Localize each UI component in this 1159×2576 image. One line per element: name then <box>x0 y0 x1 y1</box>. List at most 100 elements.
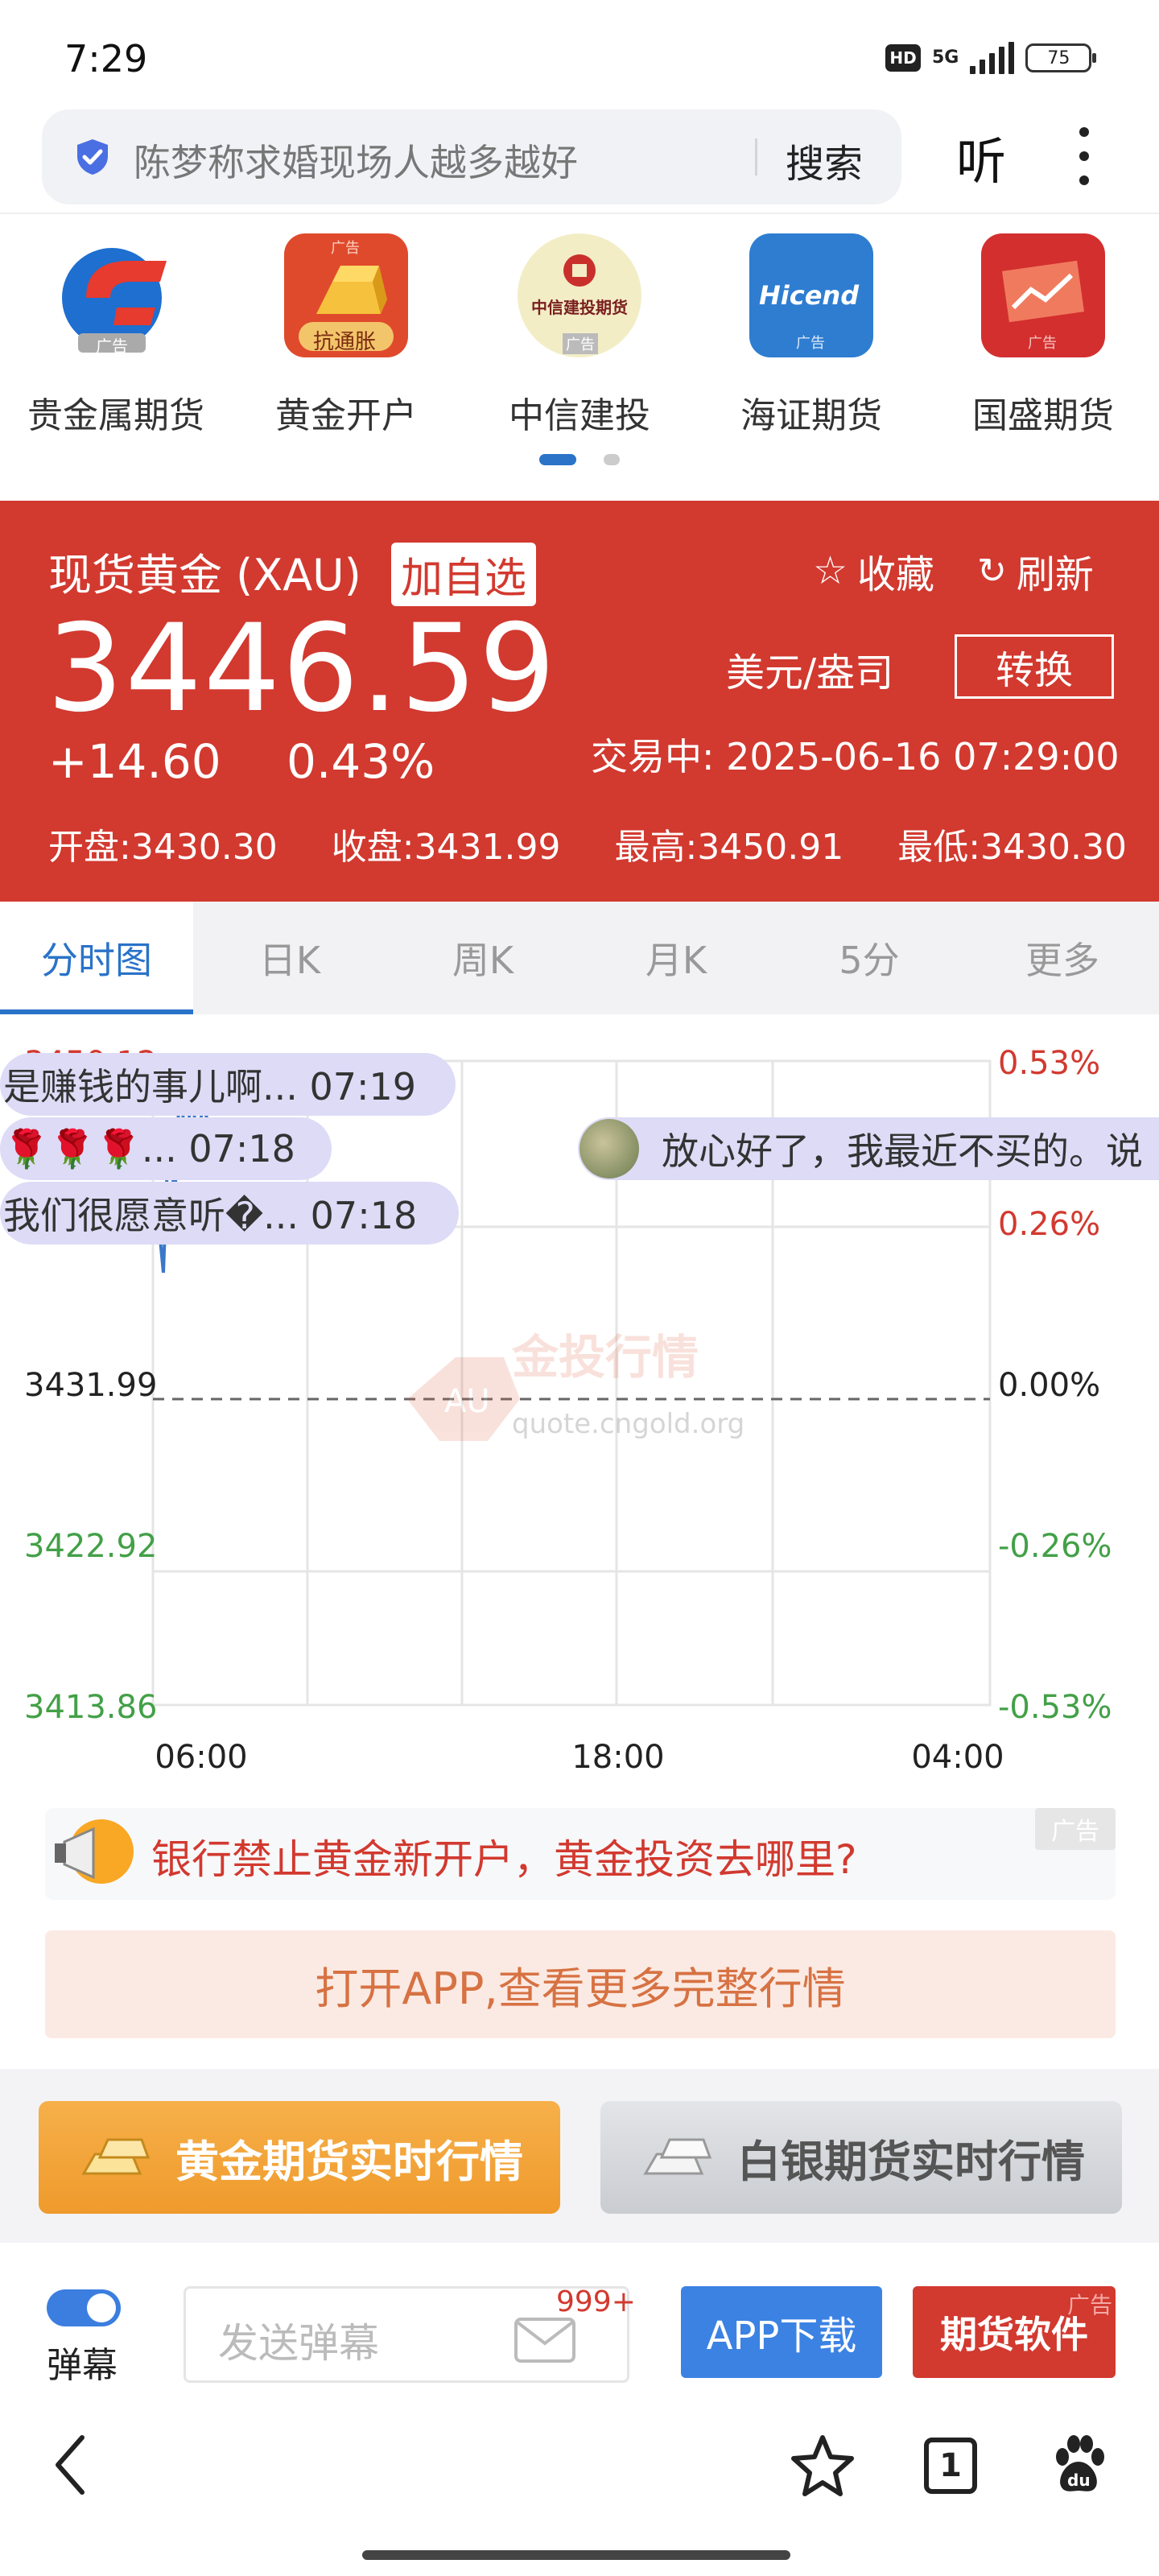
guijinshu-logo-icon: 广告 <box>54 233 178 357</box>
watermark: AU <box>407 1357 520 1441</box>
news-ad-text: 银行禁止黄金新开户，黄金投资去哪里? <box>151 1836 857 1883</box>
danmaku-bubble[interactable]: 是赚钱的事儿啊... 07:19 <box>0 1053 456 1116</box>
danmaku-bubble-with-avatar[interactable]: 放心好了，我最近不买的。说 <box>578 1117 1159 1180</box>
open-app-button[interactable]: 打开APP,查看更多完整行情 <box>45 1930 1116 2038</box>
ad-tag: 广告 <box>1066 2292 1112 2318</box>
shield-icon <box>77 139 108 175</box>
chart-tabs: 分时图 日K 周K 月K 5分 更多 <box>0 902 1159 1014</box>
y-tick-right: 0.53% <box>998 1045 1100 1082</box>
watermark-url: quote.cngold.org <box>512 1408 744 1440</box>
convert-button[interactable]: 转换 <box>955 634 1114 699</box>
silver-futures-label: 白银期货实时行情 <box>737 2136 1085 2187</box>
danmaku-label: 弹幕 <box>47 2345 118 2386</box>
y-tick-right: -0.53% <box>998 1689 1112 1726</box>
message-icon <box>514 2318 575 2363</box>
silver-futures-button[interactable]: 白银期货实时行情 <box>600 2101 1122 2214</box>
danmaku-input[interactable]: 发送弹幕 999+ <box>184 2285 636 2383</box>
silver-bars-icon <box>643 2138 712 2175</box>
trading-status: 交易中: 2025-06-16 07:29:00 <box>591 735 1120 778</box>
app-download-button[interactable]: APP下载 <box>681 2286 882 2378</box>
baidu-paw-icon[interactable]: du <box>1046 2433 1111 2497</box>
quote-panel: 现货黄金 (XAU) 加自选 ☆ 收藏 ↻ 刷新 3446.59 美元/盎司 转… <box>0 501 1159 902</box>
news-ad-banner[interactable]: 银行禁止黄金新开户，黄金投资去哪里? 广告 <box>45 1808 1116 1900</box>
browser-nav-bar: 1 du <box>0 2389 1159 2576</box>
ad-sub: Hicend <box>759 280 860 311</box>
futures-software-label: 期货软件 <box>940 2313 1088 2356</box>
ad-label: 黄金开户 <box>275 395 417 436</box>
search-button[interactable]: 搜索 <box>786 132 863 188</box>
refresh-icon: ↻ <box>977 550 1007 592</box>
ad-label: 国盛期货 <box>972 395 1114 436</box>
star-outline-icon: ☆ <box>813 548 848 593</box>
x-tick: 06:00 <box>155 1739 247 1776</box>
carousel-dot <box>604 454 620 465</box>
ad-item-haizheng[interactable]: Hicend 广告 海证期货 <box>699 233 924 443</box>
tabs-count: 1 <box>939 2447 962 2484</box>
search-query[interactable]: 陈梦称求婚现场人越多越好 <box>134 134 578 187</box>
tab-daily-k[interactable]: 日K <box>193 902 386 1014</box>
svg-text:du: du <box>1067 2471 1091 2490</box>
signal-icon <box>970 42 1015 74</box>
ohlc-row: 开盘:3430.30 收盘:3431.99 最高:3450.91 最低:3430… <box>48 818 1127 869</box>
search-divider <box>755 138 757 175</box>
y-tick-right: 0.00% <box>998 1367 1100 1404</box>
ad-tag: 广告 <box>1035 1808 1116 1850</box>
ad-tag: 广告 <box>796 335 825 352</box>
bookmark-star-icon[interactable] <box>790 2433 855 2497</box>
ad-label: 海证期货 <box>740 395 882 436</box>
favorite-label: 收藏 <box>857 552 935 597</box>
futures-software-button[interactable]: 期货软件 广告 <box>913 2286 1116 2378</box>
tab-weekly-k[interactable]: 周K <box>386 902 580 1014</box>
add-watchlist-button[interactable]: 加自选 <box>391 543 537 606</box>
ad-label: 贵金属期货 <box>27 395 204 436</box>
ad-item-guosheng[interactable]: 广告 国盛期货 <box>930 233 1156 443</box>
divider <box>0 213 1159 214</box>
back-arrow-icon[interactable] <box>52 2433 92 2497</box>
close-price: 收盘:3431.99 <box>331 827 561 868</box>
gold-futures-label: 黄金期货实时行情 <box>175 2136 523 2187</box>
ad-item-gold-account[interactable]: 广告 抗通胀 黄金开户 <box>233 233 459 443</box>
tab-intraday[interactable]: 分时图 <box>0 902 193 1014</box>
search-bar[interactable]: 陈梦称求婚现场人越多越好 搜索 <box>42 109 901 204</box>
avatar <box>580 1119 639 1179</box>
price-change-pct: 0.43% <box>287 734 435 789</box>
hd-icon: HD <box>885 44 921 72</box>
intraday-chart[interactable]: AU 金投行情 quote.cngold.org 3450.123441.053… <box>0 1014 1159 1787</box>
ad-sub: 抗通胀 <box>313 330 377 354</box>
ad-tag: 广告 <box>563 333 598 354</box>
y-tick-left: 3422.92 <box>24 1528 157 1565</box>
ad-item-zhongxin[interactable]: 中信建投期货 广告 中信建投 <box>467 233 692 443</box>
refresh-button[interactable]: ↻ 刷新 <box>977 543 1094 599</box>
ad-tag: 广告 <box>1028 335 1057 352</box>
ad-label: 中信建投 <box>509 395 650 436</box>
ad-tag: 广告 <box>96 336 128 356</box>
ad-sub: 中信建投期货 <box>531 298 628 317</box>
instrument-name: 现货黄金 (XAU) <box>48 550 361 601</box>
danmaku-bubble[interactable]: 🌹🌹🌹... 07:18 <box>0 1117 332 1180</box>
tab-more[interactable]: 更多 <box>966 902 1159 1014</box>
y-tick-right: 0.26% <box>998 1206 1100 1243</box>
ad-item-guijinshu[interactable]: 广告 贵金属期货 <box>3 233 229 443</box>
watermark-brand: 金投行情 <box>512 1330 699 1385</box>
price-unit: 美元/盎司 <box>726 650 894 696</box>
danmaku-toggle[interactable] <box>47 2289 121 2326</box>
status-icons: HD 5G 75 <box>885 42 1097 74</box>
favorite-button[interactable]: ☆ 收藏 <box>813 543 934 599</box>
x-tick: 18:00 <box>571 1739 664 1776</box>
gold-bars-icon <box>81 2138 151 2175</box>
current-price: 3446.59 <box>47 599 558 739</box>
listen-button[interactable]: 听 <box>956 121 1006 193</box>
tab-monthly-k[interactable]: 月K <box>580 902 773 1014</box>
refresh-label: 刷新 <box>1016 552 1094 597</box>
ad-tag: 广告 <box>331 240 360 257</box>
ad-carousel: 广告 贵金属期货 广告 抗通胀 黄金开户 中信建投期货 广告 中信建投 Hice… <box>0 233 1159 475</box>
bottom-action-bar: 弹幕 发送弹幕 999+ APP下载 期货软件 广告 <box>0 2268 1159 2389</box>
zhongxin-logo-icon: 中信建投期货 广告 <box>518 233 641 357</box>
tab-5min[interactable]: 5分 <box>773 902 966 1014</box>
message-count: 999+ <box>556 2285 636 2318</box>
danmaku-bubble[interactable]: 我们很愿意听�... 07:18 <box>0 1182 459 1245</box>
more-menu-icon[interactable] <box>1074 127 1095 192</box>
y-tick-left: 3413.86 <box>24 1689 157 1726</box>
gold-futures-button[interactable]: 黄金期货实时行情 <box>39 2101 560 2214</box>
tabs-count-button[interactable]: 1 <box>924 2438 977 2494</box>
